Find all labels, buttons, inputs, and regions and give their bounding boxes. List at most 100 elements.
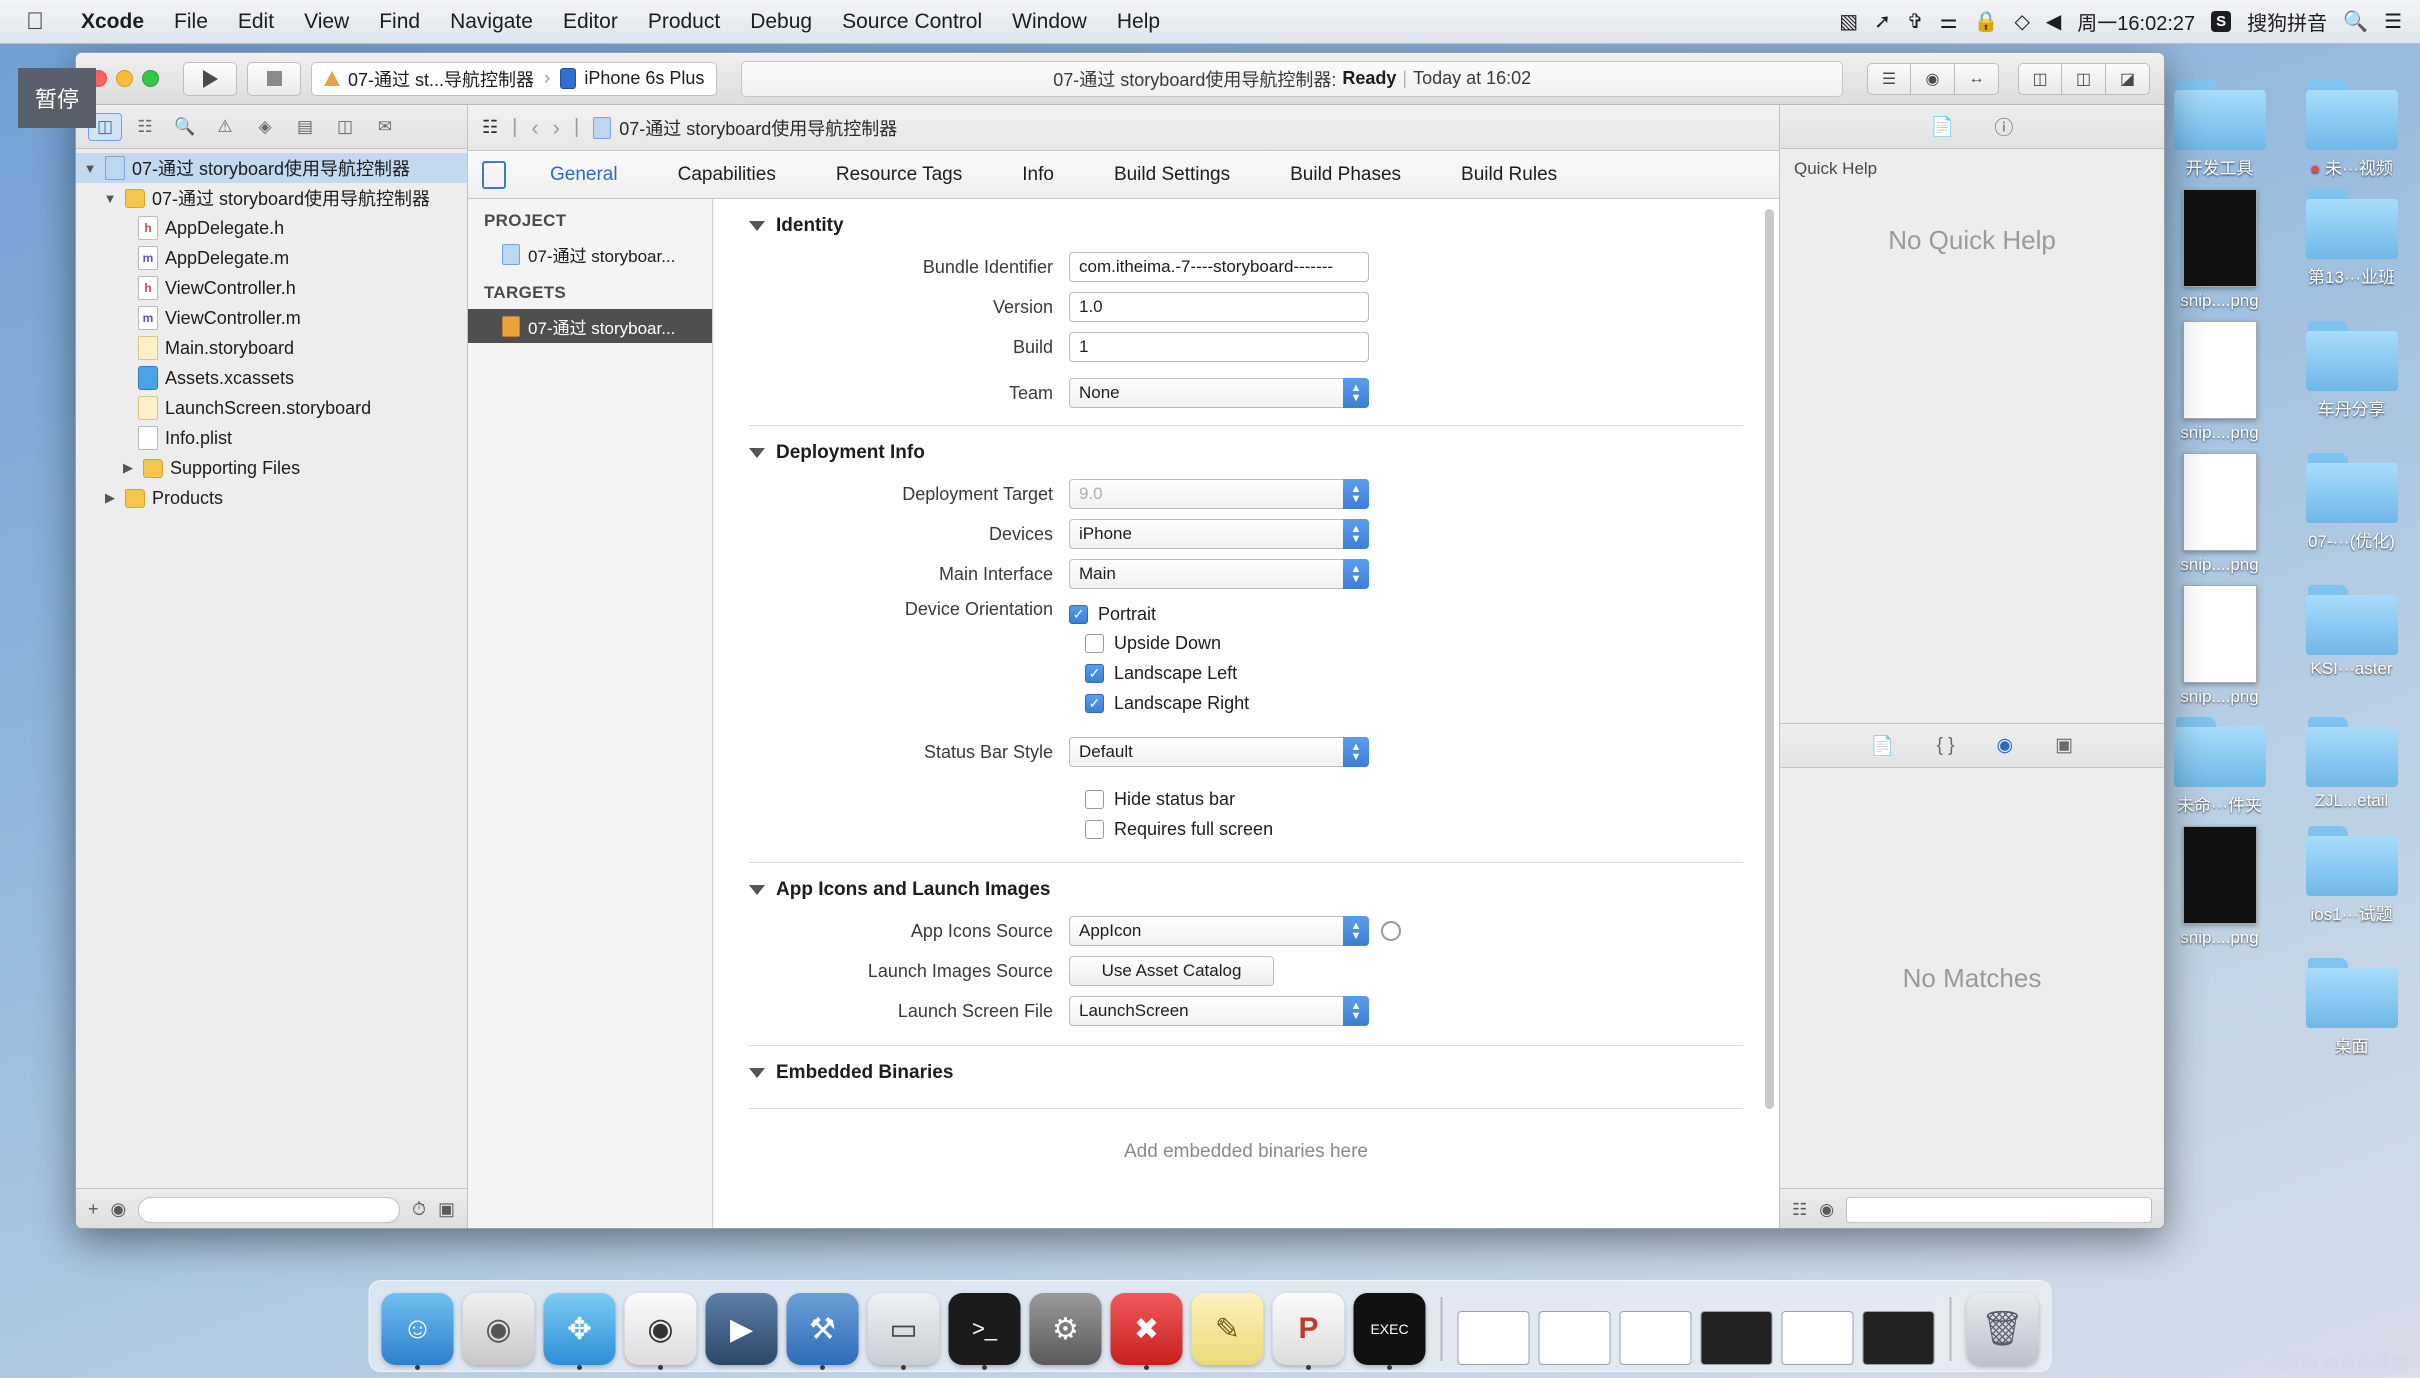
tree-row-file[interactable]: h ViewController.h: [76, 273, 467, 303]
disclosure-triangle-icon[interactable]: ▶: [102, 490, 118, 506]
disclosure-triangle-icon[interactable]: [749, 221, 765, 231]
checkbox-checked-icon[interactable]: ✓: [1085, 663, 1104, 683]
desktop-icon[interactable]: ios1···试题: [2294, 826, 2409, 948]
file-inspector-icon[interactable]: 📄: [1931, 115, 1955, 139]
shield-icon[interactable]: ◇: [2015, 9, 2030, 34]
input-method-badge[interactable]: S: [2211, 11, 2232, 32]
menu-item-xcode[interactable]: Xcode: [66, 10, 159, 34]
debug-toggle-icon[interactable]: ◫: [2062, 62, 2106, 95]
breadcrumb[interactable]: 07-通过 storyboard使用导航控制器: [593, 115, 897, 141]
related-items-icon[interactable]: ☷: [482, 117, 498, 138]
hide-status-bar-row[interactable]: Hide status bar: [1085, 784, 1743, 814]
requires-full-screen-row[interactable]: Requires full screen: [1085, 814, 1743, 844]
notes-icon[interactable]: ✎: [1191, 1293, 1264, 1365]
tab-info[interactable]: Info: [992, 164, 1084, 186]
menu-item-find[interactable]: Find: [364, 10, 435, 34]
version-input[interactable]: 1.0: [1069, 292, 1369, 322]
xcode-icon[interactable]: ⚒: [786, 1293, 859, 1370]
checkbox-checked-icon[interactable]: ✓: [1069, 604, 1088, 624]
desktop-icon[interactable]: 07-···(优化): [2294, 453, 2409, 575]
run-button[interactable]: [183, 61, 237, 96]
orientation-upside-down[interactable]: Upside Down: [1085, 628, 1743, 658]
minimized-window-3[interactable]: [1619, 1311, 1692, 1365]
terminal-icon[interactable]: >_: [948, 1293, 1021, 1370]
assistant-editor-icon[interactable]: ◉: [1911, 62, 1955, 95]
build-input[interactable]: 1: [1069, 332, 1369, 362]
recent-icon[interactable]: ⏱: [412, 1199, 426, 1220]
volume-icon[interactable]: ◀: [2046, 9, 2061, 34]
settings-scrollbar[interactable]: [1765, 209, 1774, 1109]
minimized-window-4[interactable]: [1700, 1311, 1773, 1365]
apple-logo-icon[interactable]: : [26, 9, 44, 34]
disclosure-triangle-icon[interactable]: ▼: [102, 191, 118, 206]
breakpoint-icon[interactable]: ◫: [328, 113, 362, 141]
deployment-target-select[interactable]: 9.0 ▲ ▼: [1069, 479, 1369, 509]
menu-item-product[interactable]: Product: [633, 10, 735, 34]
bluetooth-icon[interactable]: ✞: [1907, 9, 1924, 34]
app-icons-section-header[interactable]: App Icons and Launch Images: [749, 863, 1743, 911]
source-control-icon[interactable]: ☷: [128, 113, 162, 141]
tree-row-file[interactable]: Main.storyboard: [76, 333, 467, 363]
scheme-selector[interactable]: 07-通过 st...导航控制器 › iPhone 6s Plus: [311, 61, 718, 96]
tree-row-group[interactable]: ▼ 07-通过 storyboard使用导航控制器: [76, 183, 467, 213]
menu-item-navigate[interactable]: Navigate: [435, 10, 548, 34]
input-method-label[interactable]: 搜狗拼音: [2247, 7, 2327, 36]
safari-icon[interactable]: ✥: [543, 1293, 616, 1370]
opera-icon[interactable]: ◉: [624, 1293, 697, 1370]
minimized-window-6[interactable]: [1862, 1311, 1935, 1365]
tree-row-file[interactable]: m ViewController.m: [76, 303, 467, 333]
spotlight-search-icon[interactable]: 🔍: [2343, 9, 2368, 34]
tab-resource-tags[interactable]: Resource Tags: [806, 164, 992, 186]
tree-row-file[interactable]: LaunchScreen.storyboard: [76, 393, 467, 423]
app-icons-source-select[interactable]: AppIcon ▲ ▼: [1069, 916, 1369, 946]
embedded-binaries-dropzone[interactable]: Add embedded binaries here: [749, 1108, 1743, 1194]
desktop-icon[interactable]: snip....png: [2162, 321, 2277, 443]
stepper-icon[interactable]: ▲ ▼: [1343, 559, 1369, 589]
minimized-window-1[interactable]: [1457, 1311, 1530, 1365]
menu-item-file[interactable]: File: [159, 10, 223, 34]
tree-row-project[interactable]: ▼ 07-通过 storyboard使用导航控制器: [76, 153, 467, 183]
desktop-icon[interactable]: 未命···件夹: [2162, 717, 2277, 816]
desktop-icon[interactable]: 车丹分享: [2294, 321, 2409, 443]
menu-item-source-control[interactable]: Source Control: [827, 10, 997, 34]
trash-icon[interactable]: 🗑: [1966, 1293, 2039, 1365]
stepper-icon[interactable]: ▲ ▼: [1343, 996, 1369, 1026]
desktop-icon[interactable]: ZJL...etail: [2294, 717, 2409, 816]
use-asset-catalog-button[interactable]: Use Asset Catalog: [1069, 956, 1274, 986]
desktop-icon[interactable]: snip....png: [2162, 826, 2277, 948]
control-center-icon[interactable]: ☰: [2384, 9, 2402, 34]
tree-row-file[interactable]: h AppDelegate.h: [76, 213, 467, 243]
disclosure-triangle-icon[interactable]: [749, 1068, 765, 1078]
launch-screen-file-select[interactable]: LaunchScreen ▲ ▼: [1069, 996, 1369, 1026]
project-list-item[interactable]: 07-通过 storyboar...: [468, 237, 712, 271]
simulator-icon[interactable]: ▭: [867, 1293, 940, 1370]
tab-build-rules[interactable]: Build Rules: [1431, 164, 1587, 186]
quick-help-icon[interactable]: ⓘ: [1994, 113, 2013, 140]
library-filter-input[interactable]: [1846, 1196, 2152, 1223]
tree-row-file[interactable]: m AppDelegate.m: [76, 243, 467, 273]
airplay-icon[interactable]: ➚: [1874, 9, 1891, 34]
disclosure-triangle-icon[interactable]: ▶: [120, 460, 136, 476]
orientation-landscape-right[interactable]: ✓ Landscape Right: [1085, 688, 1743, 718]
grid-view-icon[interactable]: ☷: [1792, 1200, 1807, 1220]
checkbox-unchecked-icon[interactable]: [1085, 789, 1104, 809]
status-bar-style-select[interactable]: Default ▲ ▼: [1069, 737, 1369, 767]
standard-editor-icon[interactable]: ☰: [1867, 62, 1911, 95]
pycharm-icon[interactable]: P: [1272, 1293, 1345, 1370]
minimized-window-2[interactable]: [1538, 1311, 1611, 1365]
stepper-icon[interactable]: ▲ ▼: [1343, 519, 1369, 549]
video-player-icon[interactable]: ▶: [705, 1293, 778, 1365]
menu-clock[interactable]: 周一16:02:27: [2077, 7, 2195, 36]
reveal-in-navigator-icon[interactable]: [1381, 921, 1401, 941]
navigator-filter-input[interactable]: [138, 1196, 400, 1223]
report-icon[interactable]: ✉: [368, 113, 402, 141]
file-template-library-icon[interactable]: 📄: [1871, 734, 1895, 758]
tab-build-phases[interactable]: Build Phases: [1260, 164, 1431, 186]
exec-icon[interactable]: EXEC: [1353, 1293, 1426, 1370]
disclosure-triangle-icon[interactable]: [749, 885, 765, 895]
stop-button[interactable]: [247, 61, 301, 96]
wifi-icon[interactable]: ⚌: [1940, 9, 1958, 34]
project-list-toggle-icon[interactable]: [482, 160, 506, 189]
minimized-window-5[interactable]: [1781, 1311, 1854, 1365]
unsaved-icon[interactable]: ▣: [438, 1199, 455, 1220]
